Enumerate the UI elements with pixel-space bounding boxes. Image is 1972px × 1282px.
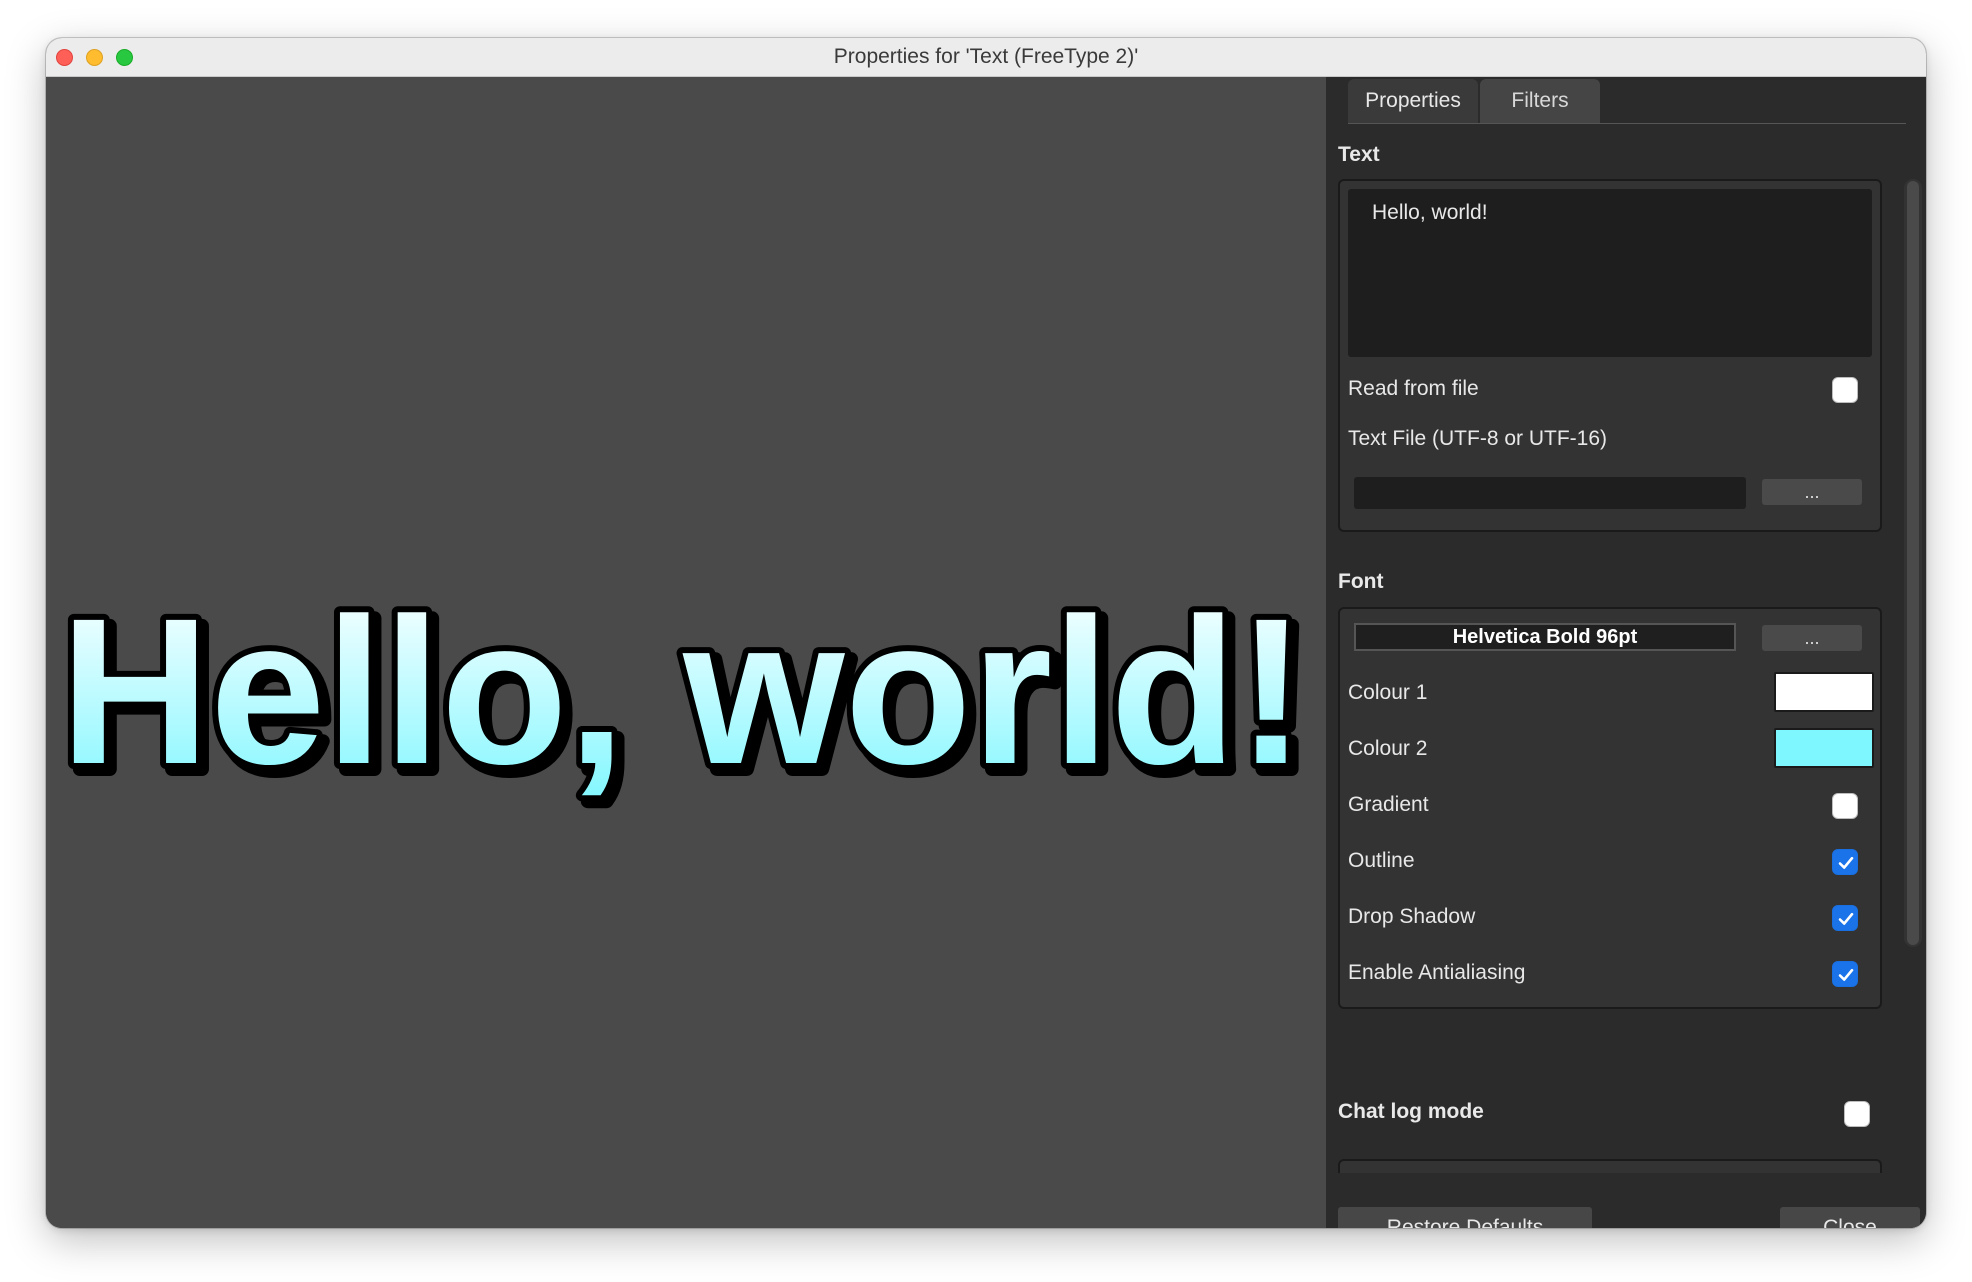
properties-panel: Properties Filters Text Hello, world! Re… [1326,77,1926,1228]
text-file-path-field[interactable] [1354,477,1746,509]
properties-window: Properties for 'Text (FreeType 2)' Hello… [46,38,1926,1228]
antialiasing-checkbox[interactable] [1832,961,1858,987]
text-file-browse-button[interactable]: ... [1762,479,1862,505]
restore-defaults-button[interactable]: Restore Defaults [1338,1207,1592,1228]
chat-log-label: Chat log mode [1338,1100,1484,1123]
read-from-file-label: Read from file [1348,377,1479,400]
tab-properties[interactable]: Properties [1348,79,1478,123]
gradient-label: Gradient [1348,793,1429,816]
colour1-swatch[interactable] [1774,672,1874,712]
outline-label: Outline [1348,849,1415,872]
checkmark-icon [1838,856,1854,869]
antialiasing-label: Enable Antialiasing [1348,961,1526,984]
text-file-label: Text File (UTF-8 or UTF-16) [1348,427,1608,450]
preview-text: Hello, world! [60,576,1306,808]
font-group: Helvetica Bold 96pt ... Colour 1 Colour … [1338,607,1882,1009]
drop-shadow-label: Drop Shadow [1348,905,1476,928]
panel-scrollbar[interactable] [1904,179,1922,947]
colour1-label: Colour 1 [1348,681,1428,704]
text-section-label: Text [1338,143,1380,166]
outline-checkbox[interactable] [1832,849,1858,875]
tab-divider [1348,123,1906,124]
read-from-file-checkbox[interactable] [1832,377,1858,403]
drop-shadow-checkbox[interactable] [1832,905,1858,931]
scrollbar-thumb[interactable] [1907,181,1919,945]
text-preview: Hello, world! Hello, world! Hello, world… [46,77,1326,1228]
checkmark-icon [1838,968,1854,981]
tab-filters[interactable]: Filters [1480,79,1600,123]
checkmark-icon [1838,912,1854,925]
text-group: Hello, world! Read from file Text File (… [1338,179,1882,532]
text-input[interactable]: Hello, world! [1348,189,1872,357]
preview-canvas: Hello, world! Hello, world! Hello, world… [54,570,1319,821]
chat-log-group [1338,1159,1882,1173]
gradient-checkbox[interactable] [1832,793,1858,819]
close-button[interactable]: Close [1780,1207,1920,1228]
title-bar: Properties for 'Text (FreeType 2)' [46,38,1926,77]
colour2-swatch[interactable] [1774,728,1874,768]
chat-log-checkbox[interactable] [1844,1101,1870,1127]
font-name-display[interactable]: Helvetica Bold 96pt [1354,623,1736,651]
window-title: Properties for 'Text (FreeType 2)' [833,45,1139,68]
font-browse-button[interactable]: ... [1762,625,1862,651]
colour2-label: Colour 2 [1348,737,1428,760]
font-section-label: Font [1338,570,1384,593]
